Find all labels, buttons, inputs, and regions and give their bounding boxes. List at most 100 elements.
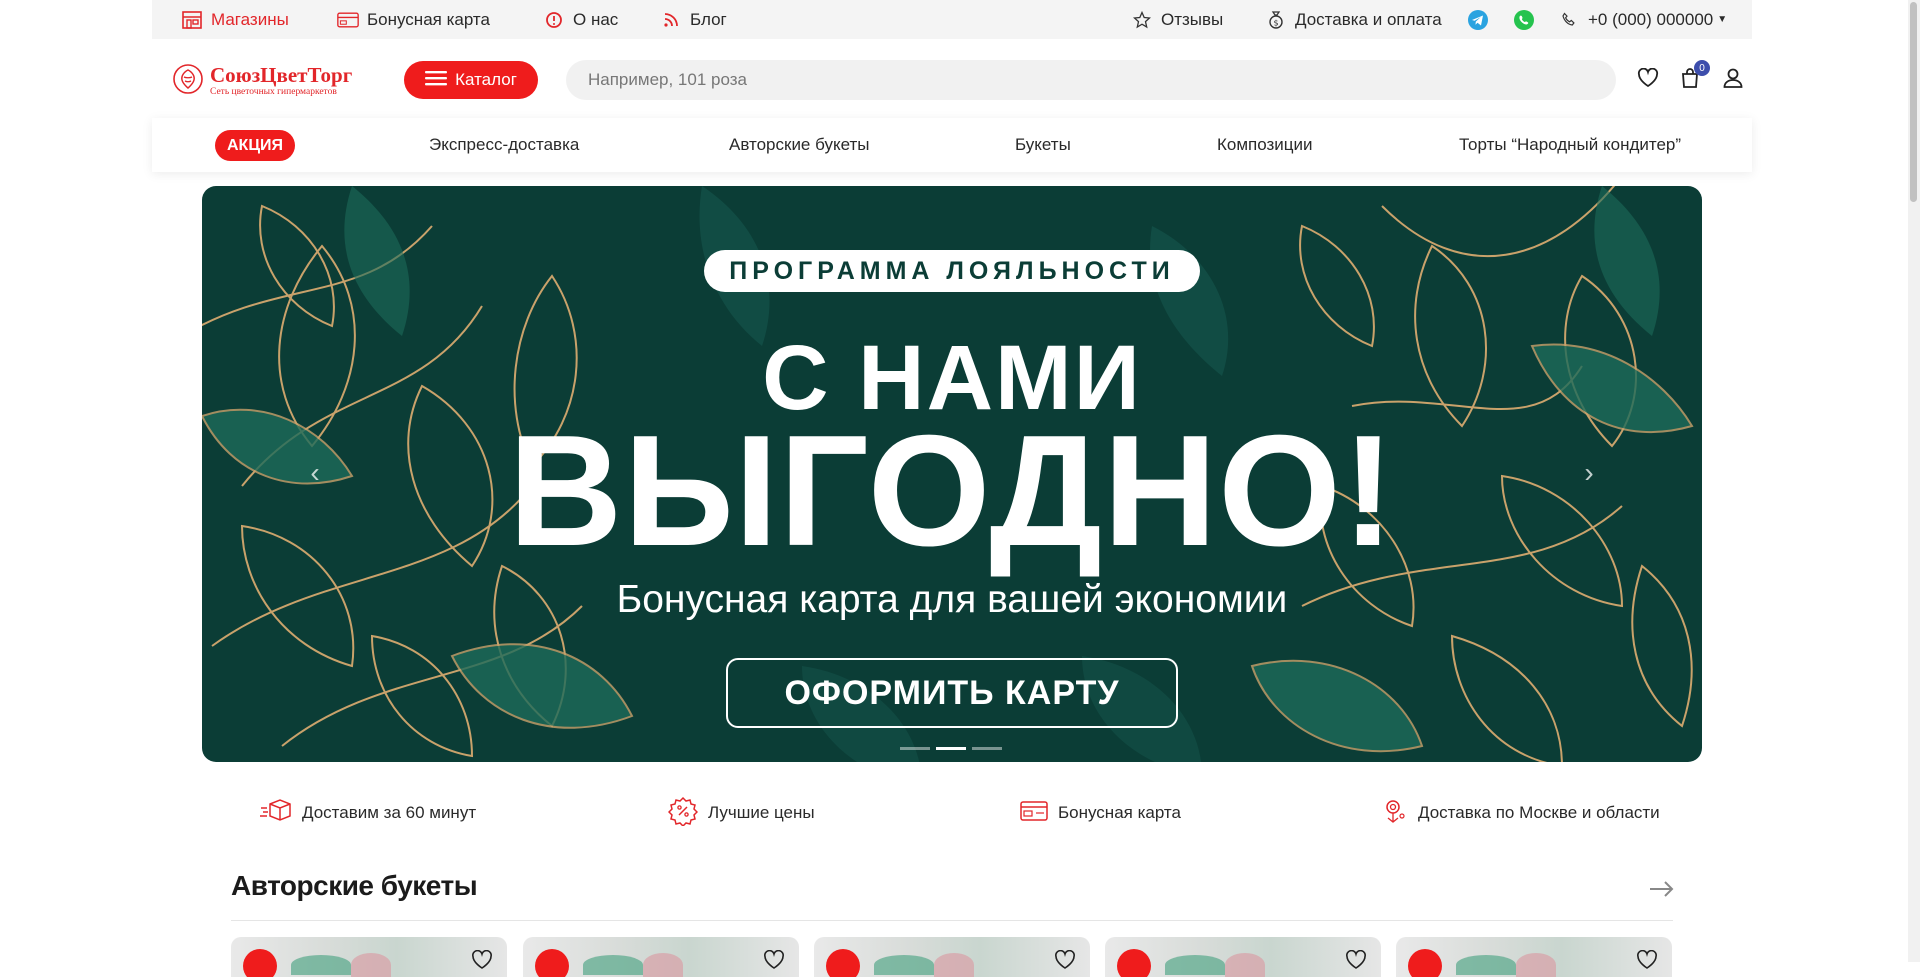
product-image-flower bbox=[643, 953, 683, 977]
page-scrollbar-thumb[interactable] bbox=[1910, 2, 1917, 202]
money-bag-icon: $ bbox=[1265, 9, 1287, 31]
nav-item-sale[interactable]: АКЦИЯ bbox=[215, 130, 296, 161]
whatsapp-link[interactable] bbox=[1513, 0, 1535, 39]
nav-item-bouquets[interactable]: Букеты bbox=[1015, 118, 1071, 172]
feature-bonus-card: Бонусная карта bbox=[1020, 800, 1181, 826]
bonus-card-link[interactable]: Бонусная карта bbox=[337, 0, 490, 39]
site-logo[interactable]: СоюзЦветТорг Сеть цветочных гипермаркето… bbox=[172, 60, 372, 102]
product-image-flower bbox=[934, 953, 974, 977]
menu-icon bbox=[425, 70, 448, 91]
section-title: Авторские букеты bbox=[231, 870, 478, 901]
discount-badge bbox=[243, 949, 277, 977]
heart-icon bbox=[1637, 67, 1659, 93]
blog-label: Блог bbox=[690, 9, 727, 29]
wishlist-button[interactable] bbox=[1634, 66, 1662, 94]
about-label: О нас bbox=[573, 9, 619, 29]
heart-icon[interactable] bbox=[471, 949, 493, 975]
search-input[interactable] bbox=[586, 69, 1616, 91]
phone-icon bbox=[1558, 9, 1580, 31]
product-image bbox=[1165, 955, 1225, 975]
product-card[interactable] bbox=[814, 937, 1090, 977]
bonus-card-icon bbox=[337, 9, 359, 31]
info-icon bbox=[543, 9, 565, 31]
star-icon bbox=[1131, 9, 1153, 31]
catalog-button[interactable]: Каталог bbox=[404, 61, 538, 99]
percent-badge-icon bbox=[667, 796, 699, 831]
section-more-button[interactable] bbox=[1646, 874, 1676, 904]
discount-badge bbox=[826, 949, 860, 977]
telegram-link[interactable] bbox=[1467, 0, 1489, 39]
catalog-label: Каталог bbox=[455, 70, 517, 89]
stores-link[interactable]: Магазины bbox=[181, 0, 289, 39]
location-icon bbox=[1382, 798, 1408, 829]
search-bar[interactable] bbox=[566, 60, 1616, 100]
heart-icon[interactable] bbox=[1345, 949, 1367, 975]
product-image bbox=[1456, 955, 1516, 975]
section-divider bbox=[231, 920, 1673, 921]
hero-subtitle: Бонусная карта для вашей экономии bbox=[616, 578, 1288, 621]
heart-icon[interactable] bbox=[763, 949, 785, 975]
bonus-card-feature-icon bbox=[1020, 800, 1048, 827]
reviews-link[interactable]: Отзывы bbox=[1131, 0, 1223, 39]
carousel-dot-1[interactable] bbox=[900, 747, 930, 750]
product-card[interactable] bbox=[231, 937, 507, 977]
product-image-flower bbox=[1225, 953, 1265, 977]
carousel-dot-2[interactable] bbox=[936, 747, 966, 750]
carousel-dot-3[interactable] bbox=[972, 747, 1002, 750]
delivery-label: Доставка и оплата bbox=[1295, 9, 1442, 29]
account-button[interactable] bbox=[1719, 66, 1747, 94]
store-icon bbox=[181, 9, 203, 31]
telegram-icon bbox=[1467, 9, 1489, 31]
about-link[interactable]: О нас bbox=[543, 0, 618, 39]
feature-moscow-delivery-label: Доставка по Москве и области bbox=[1418, 803, 1660, 822]
nav-item-author-bouquets[interactable]: Авторские букеты bbox=[729, 118, 870, 172]
discount-badge bbox=[535, 949, 569, 977]
get-card-button[interactable]: ОФОРМИТЬ КАРТУ bbox=[726, 658, 1178, 728]
delivery-link[interactable]: $ Доставка и оплата bbox=[1265, 0, 1442, 39]
product-image bbox=[291, 955, 351, 975]
product-card[interactable] bbox=[1396, 937, 1672, 977]
hero-badge: ПРОГРАММА ЛОЯЛЬНОСТИ bbox=[704, 250, 1200, 292]
top-bar: Магазины Бонусная карта О нас Блог Отзыв… bbox=[152, 0, 1752, 39]
cart-count-badge: 0 bbox=[1694, 60, 1710, 76]
heart-icon[interactable] bbox=[1636, 949, 1658, 975]
product-image bbox=[583, 955, 643, 975]
heart-icon[interactable] bbox=[1054, 949, 1076, 975]
carousel-dots bbox=[900, 747, 1002, 750]
discount-badge bbox=[1408, 949, 1442, 977]
blog-link[interactable]: Блог bbox=[660, 0, 727, 39]
delivery-truck-icon bbox=[260, 798, 292, 829]
nav-item-cakes[interactable]: Торты “Народный кондитер” bbox=[1459, 118, 1681, 172]
product-image bbox=[874, 955, 934, 975]
main-nav: АКЦИЯ Экспресс-доставка Авторские букеты… bbox=[152, 118, 1752, 172]
product-card[interactable] bbox=[1105, 937, 1381, 977]
logo-tagline: Сеть цветочных гипермаркетов bbox=[210, 86, 337, 97]
cart-button[interactable]: 0 bbox=[1676, 60, 1710, 94]
feature-delivery: Доставим за 60 минут bbox=[260, 798, 477, 829]
product-image-flower bbox=[351, 953, 391, 977]
whatsapp-icon bbox=[1513, 9, 1535, 31]
logo-name: СоюзЦветТорг bbox=[210, 62, 353, 87]
feature-best-prices: Лучшие цены bbox=[667, 796, 815, 827]
nav-item-express-delivery[interactable]: Экспресс-доставка bbox=[429, 118, 579, 172]
product-card[interactable] bbox=[523, 937, 799, 977]
hero-headline-line2: ВЫГОДНО! bbox=[508, 403, 1396, 579]
chevron-down-icon: ▼ bbox=[1717, 14, 1728, 25]
stores-label: Магазины bbox=[211, 9, 289, 29]
discount-badge bbox=[1117, 949, 1151, 977]
user-icon bbox=[1722, 67, 1744, 94]
phone-dropdown[interactable]: +0 (000) 000000 ▼ bbox=[1558, 0, 1727, 39]
svg-text:$: $ bbox=[1273, 18, 1278, 27]
product-image-flower bbox=[1516, 953, 1556, 977]
feature-moscow-delivery: Доставка по Москве и области bbox=[1382, 798, 1660, 829]
feature-bonus-card-label: Бонусная карта bbox=[1058, 803, 1181, 822]
hero-banner[interactable]: ‹ › ПРОГРАММА ЛОЯЛЬНОСТИ С НАМИ ВЫГОДНО!… bbox=[202, 186, 1702, 762]
phone-number: +0 (000) 000000 bbox=[1588, 9, 1714, 29]
arrow-right-icon bbox=[1646, 881, 1676, 908]
reviews-label: Отзывы bbox=[1161, 9, 1224, 29]
nav-item-compositions[interactable]: Композиции bbox=[1217, 118, 1313, 172]
rose-logo-icon bbox=[172, 63, 204, 100]
rss-icon bbox=[660, 9, 682, 31]
feature-best-prices-label: Лучшие цены bbox=[708, 803, 815, 822]
feature-delivery-label: Доставим за 60 минут bbox=[302, 803, 477, 822]
